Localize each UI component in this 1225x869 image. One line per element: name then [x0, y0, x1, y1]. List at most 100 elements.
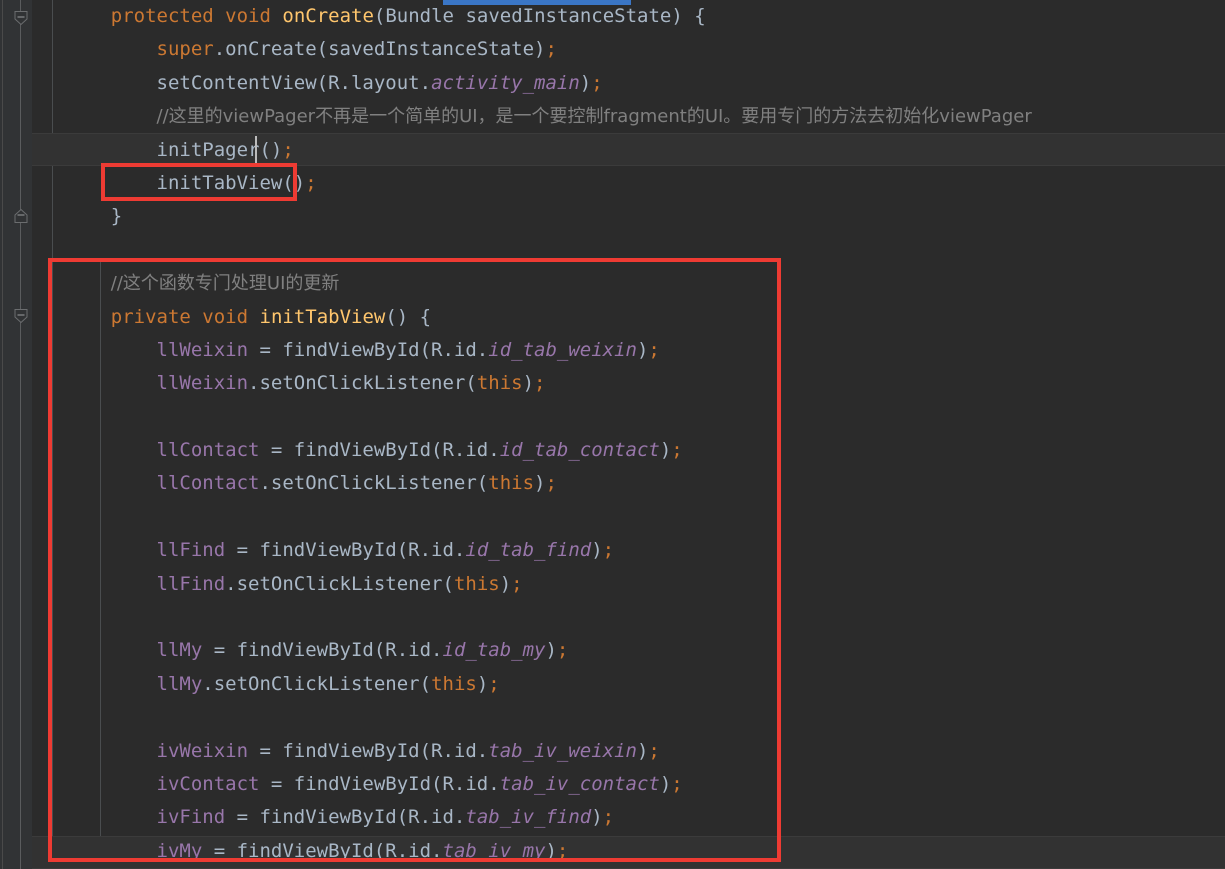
code-token: tab_iv_contact	[499, 772, 660, 795]
code-token: //这里的viewPager不再是一个简单的UI，是一个要控制fragment的…	[156, 106, 1032, 128]
code-line[interactable]	[32, 234, 1225, 267]
code-token: llFind	[156, 572, 226, 595]
code-line[interactable]: initPager();	[32, 134, 1225, 167]
code-token: .setOnClickListener(	[259, 472, 489, 495]
fold-collapse-end-icon[interactable]	[13, 208, 29, 224]
code-line[interactable]: llFind = findViewById(R.id.id_tab_find);	[32, 534, 1225, 567]
code-line[interactable]: llWeixin.setOnClickListener(this);	[32, 367, 1225, 400]
code-token: )	[659, 439, 672, 462]
code-token: )	[579, 71, 592, 94]
code-line[interactable]: //这个函数专门处理UI的更新	[32, 267, 1225, 300]
code-token: tab_iv_weixin	[488, 739, 637, 762]
code-folding-line	[20, 0, 21, 869]
code-content[interactable]: protected void onCreate(Bundle savedInst…	[32, 0, 1225, 869]
code-token: .setOnClickListener(	[248, 372, 477, 395]
gutter-edge-line	[2, 0, 3, 869]
code-line[interactable]: initTabView();	[32, 167, 1225, 200]
code-token: = findViewById(R.id.	[202, 839, 443, 862]
code-line[interactable]: ivMy = findViewById(R.id.tab_iv_my);	[32, 835, 1225, 868]
code-line[interactable]: super.onCreate(savedInstanceState);	[32, 33, 1225, 66]
code-token: (	[373, 5, 386, 27]
code-line[interactable]: setContentView(R.layout.activity_main);	[32, 67, 1225, 100]
code-line[interactable]: ivContact = findViewById(R.id.tab_iv_con…	[32, 768, 1225, 801]
code-token: )	[545, 639, 557, 662]
code-token: ;	[545, 472, 557, 495]
code-line[interactable]: protected void onCreate(Bundle savedInst…	[32, 0, 1225, 33]
code-token: = findViewById(R.id.	[248, 739, 489, 762]
code-token: llContact	[156, 439, 260, 462]
code-line[interactable]	[32, 701, 1225, 734]
code-token: ;	[648, 338, 660, 361]
code-token: ;	[671, 772, 683, 795]
code-line[interactable]: llMy = findViewById(R.id.id_tab_my);	[32, 634, 1225, 667]
code-token: = findViewById(R.id.	[225, 539, 466, 562]
code-token: .setOnClickListener(	[225, 572, 454, 595]
code-token: ;	[648, 739, 660, 762]
fold-collapse-start-icon[interactable]	[13, 308, 29, 324]
code-token: ;	[602, 539, 615, 562]
code-token: ;	[305, 171, 317, 194]
code-token: .onCreate(savedInstanceState)	[213, 38, 546, 61]
code-line[interactable]: llMy.setOnClickListener(this);	[32, 668, 1225, 701]
code-line[interactable]: llContact = findViewById(R.id.id_tab_con…	[32, 434, 1225, 467]
code-token: //这个函数专门处理UI的更新	[110, 273, 340, 295]
code-token: this	[488, 472, 535, 495]
fold-collapse-start-icon[interactable]	[13, 10, 29, 26]
code-line[interactable]	[32, 601, 1225, 634]
code-line[interactable]	[32, 501, 1225, 534]
code-token: id_tab_contact	[499, 439, 660, 462]
code-token: savedInstanceState	[454, 5, 672, 27]
code-token: setContentView(R.layout.	[156, 71, 432, 94]
code-line[interactable]: ivWeixin = findViewById(R.id.tab_iv_weix…	[32, 735, 1225, 768]
code-line[interactable]: //这里的viewPager不再是一个简单的UI，是一个要控制fragment的…	[32, 100, 1225, 133]
code-token: ;	[488, 672, 500, 695]
code-token: tab_iv_find	[465, 806, 592, 829]
code-token: llWeixin	[156, 372, 249, 395]
code-token: this	[453, 572, 500, 595]
editor-gutter[interactable]	[0, 0, 32, 869]
code-line[interactable]: llContact.setOnClickListener(this);	[32, 467, 1225, 500]
code-token: llMy	[156, 639, 203, 662]
code-token: llWeixin	[156, 338, 249, 361]
code-token: ;	[591, 71, 603, 94]
code-token: id_tab_find	[465, 539, 592, 562]
code-editor[interactable]: protected void onCreate(Bundle savedInst…	[0, 0, 1225, 869]
code-token: ivFind	[156, 806, 226, 829]
code-token: initTabView	[259, 305, 386, 328]
code-token: ;	[556, 839, 569, 862]
code-token: = findViewById(R.id.	[202, 639, 443, 662]
code-token: )	[671, 5, 683, 27]
code-line[interactable]: ivFind = findViewById(R.id.tab_iv_find);	[32, 801, 1225, 834]
code-token: this	[476, 372, 523, 395]
code-token: private	[110, 305, 191, 328]
code-token: .setOnClickListener(	[202, 672, 432, 695]
code-token: () {	[385, 305, 432, 328]
code-token: this	[431, 672, 477, 695]
code-line[interactable]: llFind.setOnClickListener(this);	[32, 568, 1225, 601]
code-line[interactable]: }	[32, 200, 1225, 233]
code-line[interactable]: private void initTabView() {	[32, 301, 1225, 334]
code-token: tab_iv_my	[442, 839, 546, 862]
code-line[interactable]: llWeixin = findViewById(R.id.id_tab_weix…	[32, 334, 1225, 367]
code-line[interactable]	[32, 401, 1225, 434]
code-token: ivMy	[156, 839, 203, 862]
text-caret	[255, 136, 257, 163]
code-token: onCreate	[282, 5, 374, 27]
code-token: )	[636, 739, 649, 762]
code-token: = findViewById(R.id.	[248, 338, 489, 361]
code-token: void	[225, 5, 271, 27]
code-token: initPager()	[156, 138, 283, 161]
